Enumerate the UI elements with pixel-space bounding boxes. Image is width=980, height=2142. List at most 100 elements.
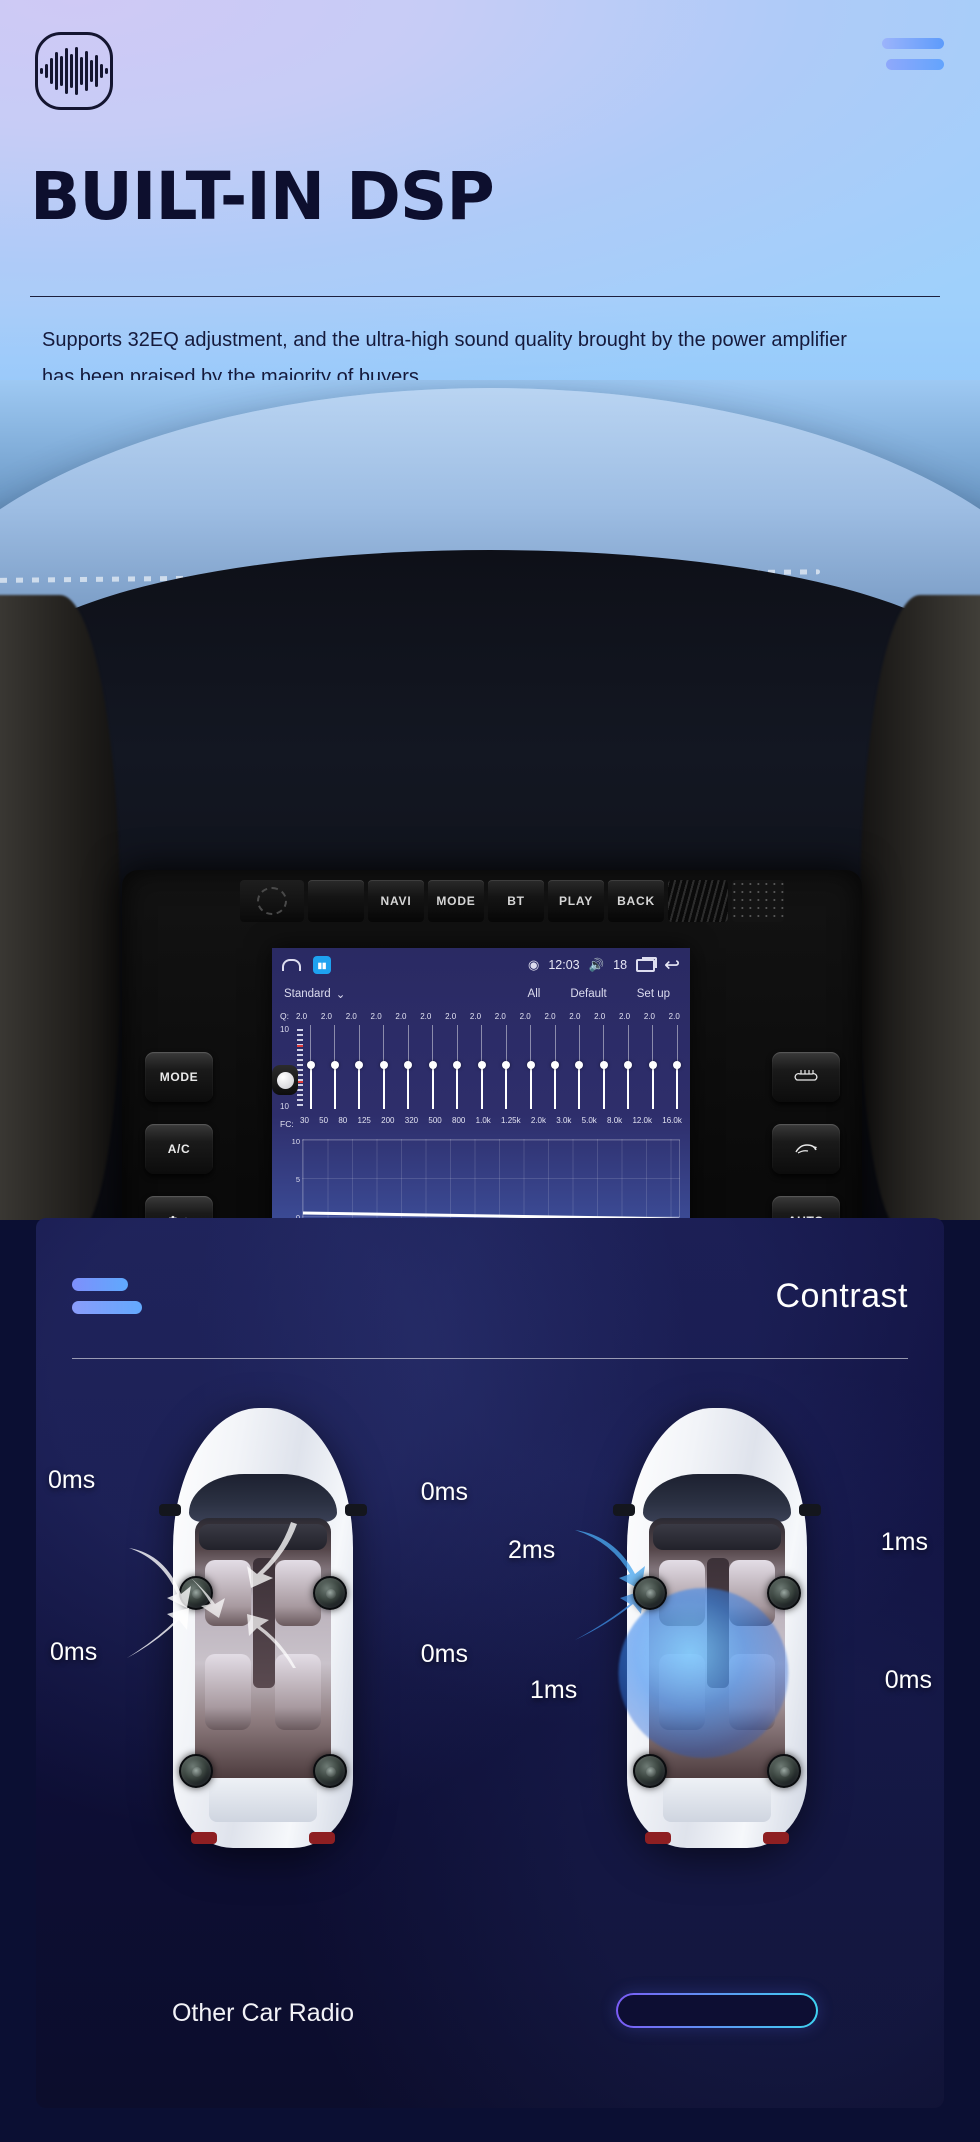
eq-band-slider[interactable] [599,1025,608,1109]
air-recirculation-icon[interactable] [772,1124,840,1174]
eq-q-value: 2.0 [668,1011,680,1021]
eq-graph-grid [302,1139,680,1220]
home-icon[interactable] [282,959,301,971]
eq-q-values: 2.0 2.0 2.0 2.0 2.0 2.0 2.0 2.0 2.0 2.0 2.0 2.0 2.0 2… [296,1012,684,1021]
head-unit-screen: ▮▮ ◉ 12:03 🔊 18 ↩ Standard ⌄ All Default… [272,948,690,1220]
eq-axis-top: 10 [280,1025,289,1034]
eq-band-slider[interactable] [306,1025,315,1109]
dashboard-left-trim [0,595,120,1220]
back-arrow-icon[interactable]: ↩ [664,956,680,975]
eq-action-setup[interactable]: Set up [637,988,670,1000]
delay-label-rear-right: 0ms [420,1640,468,1668]
page-root: BUILT-IN DSP Supports 32EQ adjustment, a… [0,0,980,2142]
delay-label-front-left: 2ms [508,1536,556,1564]
eq-action-all[interactable]: All [528,988,541,1000]
function-button-blank[interactable] [308,880,364,922]
eq-band-slider[interactable] [575,1025,584,1109]
delay-label-front-right: 0ms [420,1478,468,1506]
eq-band-slider[interactable] [502,1025,511,1109]
hero-divider [30,296,940,297]
eq-band-slider[interactable] [648,1025,657,1109]
eq-slider-zone: 10 10 [272,1023,690,1113]
eq-q-value: 2.0 [494,1011,506,1021]
hero-section: BUILT-IN DSP Supports 32EQ adjustment, a… [0,0,980,460]
rear-defrost-icon[interactable] [772,1052,840,1102]
eq-fc-value: 12.0k [632,1116,653,1125]
eq-fc-value: 200 [381,1116,395,1125]
right-hard-button-column: AUTO OFF [772,1052,840,1220]
speaker-rear-right [313,1754,347,1788]
hamburger-icon[interactable] [72,1278,142,1314]
eq-band-slider[interactable] [673,1025,682,1109]
eq-q-value: 2.0 [469,1011,482,1021]
rotary-knob[interactable] [240,880,304,922]
hamburger-icon[interactable] [882,38,944,70]
eq-band-slider[interactable] [428,1025,437,1109]
eq-fc-value: 500 [428,1116,442,1125]
chevron-down-icon: ⌄ [335,989,346,1001]
eq-band-slider[interactable] [551,1025,560,1109]
eq-band-slider[interactable] [453,1025,462,1109]
dashboard-right-trim [860,595,980,1220]
speaker-rear-left [633,1754,667,1788]
eq-band-slider[interactable] [330,1025,339,1109]
hard-button-fan-up[interactable]: ✽ + [145,1196,213,1220]
eq-q-value: 2.0 [569,1011,581,1021]
eq-fc-value: 50 [319,1116,329,1125]
car-interior-photo: NAVI MODE BT PLAY BACK MODE A/C ✽ + ✽ − [0,380,980,1220]
hard-button-mode[interactable]: MODE [145,1052,213,1102]
eq-preset-selector[interactable]: Standard ⌄ [284,987,345,1001]
eq-graph-tick: 5 [295,1175,300,1184]
contrast-title: Contrast [775,1276,908,1315]
eq-band-slider[interactable] [404,1025,413,1109]
eq-action-default[interactable]: Default [570,988,606,1000]
function-button-navi[interactable]: NAVI [368,880,424,922]
eq-band-slider[interactable] [477,1025,486,1109]
eq-tick-strip [297,1029,303,1107]
delay-label-rear-right: 0ms [884,1666,932,1694]
delay-label-front-right: 1ms [880,1528,928,1556]
eq-fc-value: 80 [338,1116,348,1125]
eq-fc-value: 3.0k [556,1116,572,1125]
sound-wave-arrows [127,1548,225,1658]
eq-fc-row: FC: 30 50 80 125 200 320 500 800 1.0k 1.25k 2.0k 3.… [272,1113,690,1129]
speaker-front-right [767,1576,801,1610]
function-button-bt[interactable]: BT [488,880,544,922]
eq-fc-value: 5.0k [581,1116,597,1125]
volume-icon: 🔊 [588,957,605,972]
left-hard-button-column: MODE A/C ✽ + ✽ − [145,1052,213,1220]
contrast-divider [72,1358,908,1359]
speaker-rear-right [767,1754,801,1788]
eq-band-slider[interactable] [526,1025,535,1109]
status-bar: ▮▮ ◉ 12:03 🔊 18 ↩ [272,948,690,982]
page-title: BUILT-IN DSP [30,158,495,235]
eq-band-slider[interactable] [355,1025,364,1109]
sound-stage-sphere [618,1588,789,1758]
function-button-mode[interactable]: MODE [428,880,484,922]
delay-label-rear-left: 0ms [50,1638,98,1666]
recents-icon[interactable] [636,956,658,972]
master-gain-knob[interactable] [272,1065,298,1095]
ours-car-caption[interactable]: Ours Car Radio [616,1993,818,2028]
function-button-play[interactable]: PLAY [548,880,604,922]
eq-fc-values: 30 50 80 125 200 320 500 800 1.0k 1.25k 2.0k 3.0k 5.… [300,1116,684,1125]
app-badge-icon[interactable]: ▮▮ [313,956,331,974]
eq-band-slider[interactable] [379,1025,388,1109]
eq-q-value: 2.0 [519,1011,531,1021]
other-car-caption: Other Car Radio [171,1999,355,2027]
brand-logo [35,32,113,110]
eq-q-value: 2.0 [395,1011,407,1021]
hard-button-auto[interactable]: AUTO [772,1196,840,1220]
contrast-header: Contrast [36,1218,944,1328]
status-time: 12:03 [548,958,580,972]
eq-graph-axis: 1050-5-10 [280,1137,300,1220]
function-button-back[interactable]: BACK [608,880,664,922]
hard-button-ac[interactable]: A/C [145,1124,213,1174]
eq-db-axis: 10 10 [272,1025,306,1113]
eq-band-slider[interactable] [624,1025,633,1109]
eq-q-value: 2.0 [296,1011,308,1021]
eq-fc-value: 16.0k [662,1116,682,1125]
eq-band-sliders[interactable] [306,1025,684,1113]
eq-toolbar: Standard ⌄ All Default Set up [272,982,690,1003]
eq-fc-value: 1.25k [501,1116,521,1125]
